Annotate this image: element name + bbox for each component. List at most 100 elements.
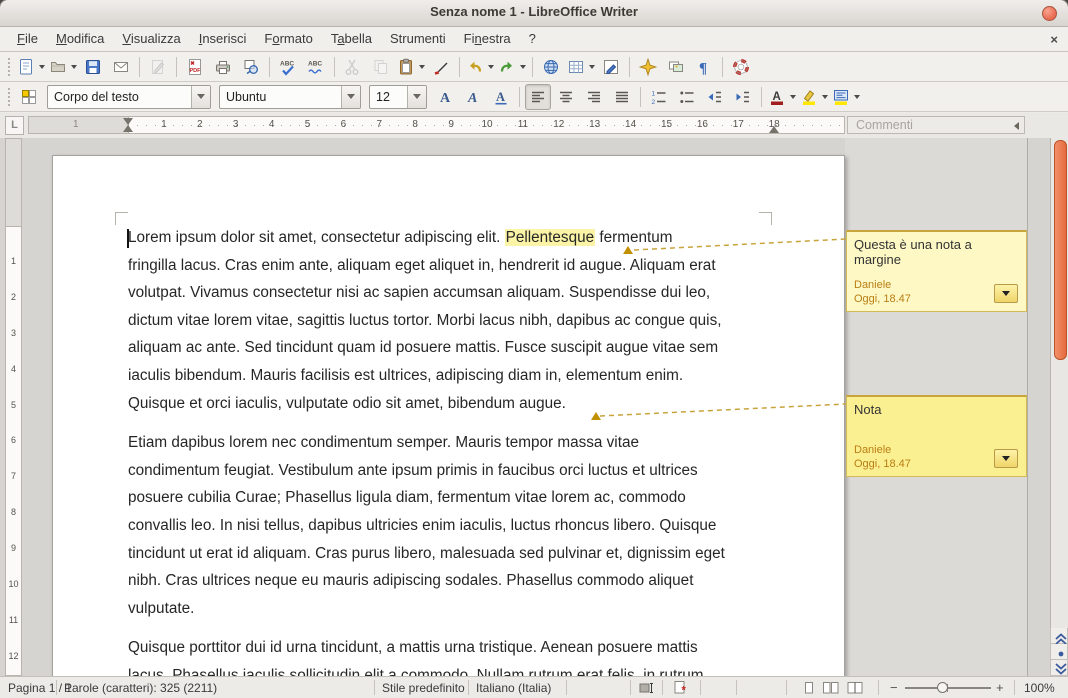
- zoom-out-button[interactable]: −: [890, 680, 898, 695]
- vertical-scrollbar[interactable]: [1050, 138, 1068, 628]
- zoom-level[interactable]: 100%: [1024, 681, 1055, 695]
- justify-button[interactable]: [609, 84, 635, 110]
- nav-dot-button[interactable]: [1050, 644, 1068, 660]
- zoom-slider-knob[interactable]: [937, 682, 948, 693]
- save-button[interactable]: [80, 54, 106, 80]
- styles-button[interactable]: [16, 84, 42, 110]
- tab-stop-type-selector[interactable]: L: [5, 116, 24, 135]
- menu-inserisci[interactable]: Inserisci: [190, 28, 256, 49]
- menu-strumenti[interactable]: Strumenti: [381, 28, 455, 49]
- menu-visualizza[interactable]: Visualizza: [113, 28, 189, 49]
- nav-down-button[interactable]: [1050, 660, 1068, 676]
- chevron-down-icon[interactable]: [589, 65, 595, 69]
- font-name-combo[interactable]: Ubuntu: [219, 85, 361, 109]
- nav-up-button[interactable]: [1050, 628, 1068, 644]
- spelling-button[interactable]: ABC: [275, 54, 301, 80]
- language-field[interactable]: Italiano (Italia): [476, 681, 551, 695]
- draw-functions-button[interactable]: [598, 54, 624, 80]
- selection-mode-button[interactable]: *: [672, 679, 690, 697]
- word-count-field[interactable]: Parole (caratteri): 325 (2211): [64, 681, 217, 695]
- bold-button[interactable]: A: [432, 84, 458, 110]
- chevron-down-icon[interactable]: [520, 65, 526, 69]
- toolbar-grip[interactable]: [5, 88, 12, 106]
- horizontal-ruler[interactable]: 1 123456789101112131415161718: [28, 116, 845, 134]
- navigator-button[interactable]: [635, 54, 661, 80]
- new-document-button[interactable]: [16, 54, 46, 80]
- chevron-down-icon[interactable]: [39, 65, 45, 69]
- increase-indent-button[interactable]: [730, 84, 756, 110]
- gallery-button[interactable]: [663, 54, 689, 80]
- export-pdf-button[interactable]: PDF: [182, 54, 208, 80]
- background-color-button[interactable]: [831, 84, 861, 110]
- document-close-icon[interactable]: ×: [1050, 32, 1058, 47]
- page-number-field[interactable]: Pagina 1 / 1: [8, 681, 72, 695]
- page-style-field[interactable]: Stile predefinito: [382, 681, 465, 695]
- menu-finestra[interactable]: Finestra: [455, 28, 520, 49]
- menu-aiuto[interactable]: ?: [520, 28, 545, 49]
- undo-button[interactable]: [465, 54, 495, 80]
- email-button[interactable]: [108, 54, 134, 80]
- comment-anchor-icon[interactable]: [623, 246, 633, 254]
- margin-comment[interactable]: Questa è una nota a margine Daniele Oggi…: [846, 230, 1027, 312]
- align-left-button[interactable]: [525, 84, 551, 110]
- chevron-down-icon[interactable]: [854, 95, 860, 99]
- comment-meta: Daniele Oggi, 18.47: [854, 278, 911, 306]
- align-right-button[interactable]: [581, 84, 607, 110]
- font-size-combo[interactable]: 12: [369, 85, 427, 109]
- comment-menu-button[interactable]: [994, 284, 1018, 303]
- chevron-down-icon[interactable]: [71, 65, 77, 69]
- underline-button[interactable]: A: [488, 84, 514, 110]
- chevron-down-icon[interactable]: [341, 86, 360, 108]
- chevron-down-icon[interactable]: [790, 95, 796, 99]
- insert-table-button[interactable]: [566, 54, 596, 80]
- lifebuoy-icon: [732, 58, 750, 76]
- margin-comment[interactable]: Nota Daniele Oggi, 18.47: [846, 395, 1027, 477]
- chevron-down-icon[interactable]: [419, 65, 425, 69]
- formatting-marks-button[interactable]: ¶: [691, 54, 717, 80]
- paste-button[interactable]: [396, 54, 426, 80]
- open-button[interactable]: [48, 54, 78, 80]
- commented-text-highlight[interactable]: Pellentesque: [505, 229, 595, 246]
- layout-book-button[interactable]: [846, 679, 864, 697]
- insert-mode-button[interactable]: [638, 679, 656, 697]
- pilcrow-icon: ¶: [695, 58, 713, 76]
- layout-single-button[interactable]: [800, 679, 818, 697]
- print-preview-button[interactable]: [238, 54, 264, 80]
- zoom-in-button[interactable]: +: [996, 680, 1004, 695]
- window-close-icon[interactable]: [1042, 6, 1057, 21]
- layout-multi-button[interactable]: [822, 679, 840, 697]
- toolbar-grip[interactable]: [5, 58, 12, 76]
- menu-file[interactable]: File: [8, 28, 47, 49]
- document-page[interactable]: Lorem ipsum dolor sit amet, consectetur …: [52, 155, 845, 676]
- redo-button[interactable]: [497, 54, 527, 80]
- align-center-button[interactable]: [553, 84, 579, 110]
- italic-button[interactable]: A: [460, 84, 486, 110]
- clone-formatting-button[interactable]: [428, 54, 454, 80]
- menu-modifica[interactable]: Modifica: [47, 28, 113, 49]
- help-button[interactable]: [728, 54, 754, 80]
- comments-header-button[interactable]: Commenti: [847, 116, 1025, 134]
- menu-tabella[interactable]: Tabella: [322, 28, 381, 49]
- comment-menu-button[interactable]: [994, 449, 1018, 468]
- bullet-list-button[interactable]: [674, 84, 700, 110]
- auto-spellcheck-button[interactable]: ABC: [303, 54, 329, 80]
- autospell-icon: ABC: [307, 58, 325, 76]
- standard-toolbar: PDF ABC ABC ¶: [0, 52, 1068, 82]
- print-button[interactable]: [210, 54, 236, 80]
- vertical-ruler[interactable]: 123456789101112: [5, 138, 22, 676]
- zoom-slider[interactable]: [905, 687, 991, 689]
- chevron-down-icon[interactable]: [407, 86, 426, 108]
- chevron-down-icon[interactable]: [488, 65, 494, 69]
- menu-formato[interactable]: Formato: [255, 28, 321, 49]
- comment-anchor-icon[interactable]: [591, 412, 601, 420]
- font-color-button[interactable]: A: [767, 84, 797, 110]
- paragraph-style-combo[interactable]: Corpo del testo: [47, 85, 211, 109]
- hyperlink-button[interactable]: [538, 54, 564, 80]
- chevron-down-icon[interactable]: [191, 86, 210, 108]
- decrease-indent-button[interactable]: [702, 84, 728, 110]
- chevron-down-icon[interactable]: [822, 95, 828, 99]
- scrollbar-thumb[interactable]: [1054, 140, 1067, 360]
- numbered-list-button[interactable]: 12: [646, 84, 672, 110]
- svg-text:A: A: [440, 91, 451, 106]
- highlight-color-button[interactable]: [799, 84, 829, 110]
